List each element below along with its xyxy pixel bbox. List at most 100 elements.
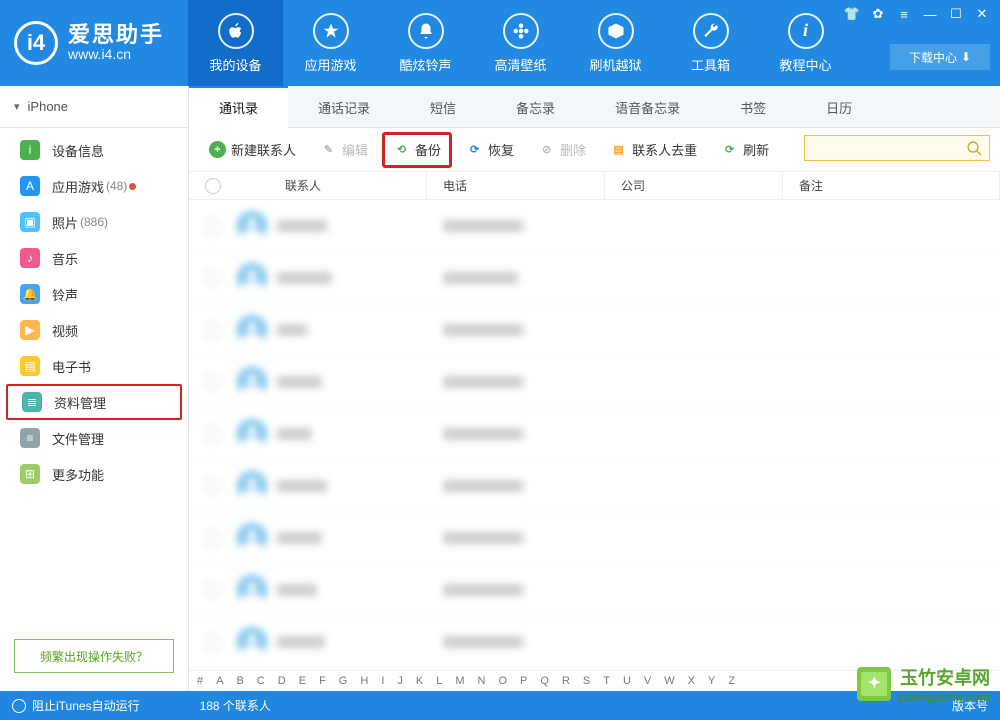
tab-voice-memos[interactable]: 语音备忘录 [585,86,710,128]
alpha-M[interactable]: M [455,675,464,687]
sidebar-item-data-mgmt[interactable]: ≣资料管理 [6,384,182,420]
alpha-Y[interactable]: Y [708,675,715,687]
alpha-Q[interactable]: Q [540,675,549,687]
book-icon: ▤ [20,356,40,376]
alpha-J[interactable]: J [397,675,403,687]
sidebar-item-apps[interactable]: A应用游戏(48) [0,168,188,204]
nav-ringtones[interactable]: 酷炫铃声 [378,0,473,86]
grid-icon: ⊞ [20,464,40,484]
alpha-C[interactable]: C [257,675,265,687]
alpha-I[interactable]: I [381,675,384,687]
alpha-N[interactable]: N [478,675,486,687]
alpha-X[interactable]: X [688,675,695,687]
alpha-B[interactable]: B [236,675,243,687]
select-all-checkbox[interactable] [205,178,221,194]
avatar-icon [237,575,267,605]
titlebar-maximize-icon[interactable]: ☐ [944,4,968,24]
sidebar-item-device-info[interactable]: i设备信息 [0,132,188,168]
delete-button[interactable]: ⊘删除 [528,134,596,166]
minus-icon: ⊘ [538,141,555,158]
table-row[interactable] [189,252,1000,304]
tab-contacts[interactable]: 通讯录 [189,86,288,128]
backup-button[interactable]: ⟲备份 [382,132,452,168]
alpha-Z[interactable]: Z [728,675,735,687]
new-contact-button[interactable]: +新建联系人 [199,134,306,166]
table-row[interactable] [189,512,1000,564]
search-icon[interactable] [966,140,983,157]
table-row[interactable] [189,616,1000,668]
sidebar-help-button[interactable]: 频繁出现操作失败？ [14,639,174,673]
alpha-E[interactable]: E [299,675,306,687]
alpha-K[interactable]: K [416,675,423,687]
nav-wallpapers[interactable]: 高清壁纸 [473,0,568,86]
dedup-icon: ▤ [610,141,627,158]
col-phone[interactable]: 电话 [427,172,605,199]
titlebar-close-icon[interactable]: ✕ [970,4,994,24]
table-row[interactable] [189,460,1000,512]
alpha-L[interactable]: L [436,675,442,687]
alpha-#[interactable]: # [197,675,203,687]
brand-logo-icon: i4 [14,21,58,65]
brand-title: 爱思助手 [68,24,164,46]
restore-button[interactable]: ⟳恢复 [456,134,524,166]
table-row[interactable] [189,408,1000,460]
itunes-block-checkbox[interactable] [12,699,26,713]
sidebar-item-music[interactable]: ♪音乐 [0,240,188,276]
nav-toolbox[interactable]: 工具箱 [663,0,758,86]
brand-text: 爱思助手 www.i4.cn [68,24,164,63]
sidebar-item-ebooks[interactable]: ▤电子书 [0,348,188,384]
file-icon: ≡ [20,428,40,448]
titlebar-menu-icon[interactable]: ≡ [892,4,916,24]
dedup-button[interactable]: ▤联系人去重 [600,134,707,166]
alpha-T[interactable]: T [603,675,610,687]
main-area: iPhone i设备信息 A应用游戏(48) ▣照片(886) ♪音乐 🔔铃声 … [0,86,1000,691]
alpha-P[interactable]: P [520,675,527,687]
avatar-icon [237,471,267,501]
refresh-button[interactable]: ⟳刷新 [711,134,779,166]
col-note[interactable]: 备注 [783,172,1000,199]
titlebar-settings-icon[interactable]: ✿ [866,4,890,24]
search-input[interactable] [805,141,989,155]
table-row[interactable] [189,564,1000,616]
alpha-A[interactable]: A [216,675,223,687]
col-name[interactable]: 联系人 [237,172,427,199]
nav-jailbreak[interactable]: 刷机越狱 [568,0,663,86]
nav-my-device[interactable]: 我的设备 [188,0,283,86]
music-icon: ♪ [20,248,40,268]
alpha-D[interactable]: D [278,675,286,687]
col-company[interactable]: 公司 [605,172,783,199]
table-row[interactable] [189,304,1000,356]
nav-tutorials[interactable]: i 教程中心 [758,0,853,86]
tab-calendar[interactable]: 日历 [796,86,882,128]
download-icon: ⬇ [961,50,971,64]
alpha-S[interactable]: S [583,675,590,687]
edit-button[interactable]: ✎编辑 [310,134,378,166]
alpha-G[interactable]: G [339,675,348,687]
tab-sms[interactable]: 短信 [400,86,486,128]
tab-call-log[interactable]: 通话记录 [288,86,400,128]
sidebar-item-more[interactable]: ⊞更多功能 [0,456,188,492]
sub-tabs: 通讯录 通话记录 短信 备忘录 语音备忘录 书签 日历 [189,86,1000,128]
sidebar-item-ringtones[interactable]: 🔔铃声 [0,276,188,312]
table-row[interactable] [189,356,1000,408]
alpha-O[interactable]: O [498,675,507,687]
nav-apps-games[interactable]: 应用游戏 [283,0,378,86]
sidebar-item-file-mgmt[interactable]: ≡文件管理 [0,420,188,456]
download-center-button[interactable]: 下载中心 ⬇ [890,44,990,70]
sidebar-item-videos[interactable]: ▶视频 [0,312,188,348]
tab-bookmarks[interactable]: 书签 [710,86,796,128]
alpha-F[interactable]: F [319,675,326,687]
tab-notes[interactable]: 备忘录 [486,86,585,128]
alpha-H[interactable]: H [360,675,368,687]
box-icon [598,13,634,49]
alpha-W[interactable]: W [664,675,674,687]
toolbar: +新建联系人 ✎编辑 ⟲备份 ⟳恢复 ⊘删除 ▤联系人去重 ⟳刷新 [189,128,1000,172]
sidebar-item-photos[interactable]: ▣照片(886) [0,204,188,240]
alpha-R[interactable]: R [562,675,570,687]
device-selector[interactable]: iPhone [0,86,188,128]
titlebar-skin-icon[interactable]: 👕 [840,4,864,24]
titlebar-minimize-icon[interactable]: — [918,4,942,24]
alpha-V[interactable]: V [644,675,651,687]
alpha-U[interactable]: U [623,675,631,687]
table-row[interactable] [189,200,1000,252]
